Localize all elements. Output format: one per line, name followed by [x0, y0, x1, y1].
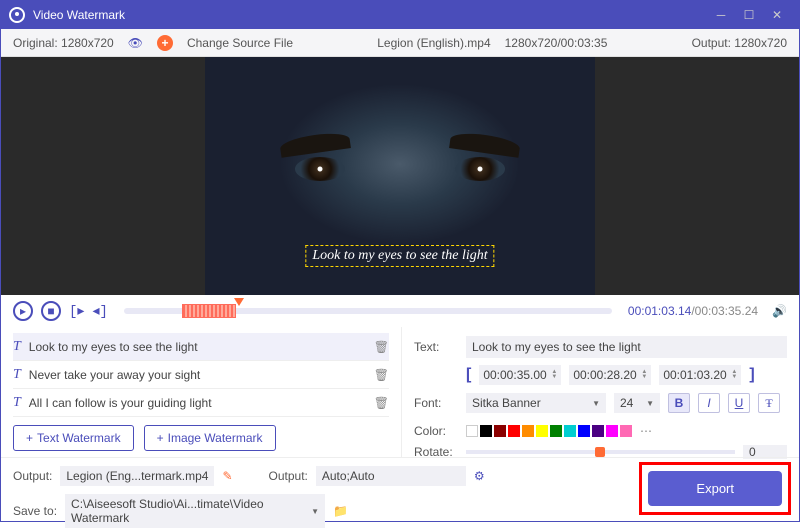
text-icon: T: [13, 339, 21, 355]
timeline-scrubber[interactable]: [124, 308, 612, 314]
time-display: 00:01:03.14/00:03:35.24: [628, 304, 758, 318]
watermark-text: All I can follow is your guiding light: [29, 396, 366, 410]
original-dims: Original: 1280x720: [13, 36, 114, 50]
export-highlight: Export: [639, 462, 791, 515]
add-image-watermark-button[interactable]: +Image Watermark: [144, 425, 276, 451]
saveto-select[interactable]: C:\Aiseesoft Studio\Ai...timate\Video Wa…: [65, 494, 325, 528]
end-time-input[interactable]: 00:01:03.20▲▼: [659, 365, 741, 385]
video-preview[interactable]: Look to my eyes to see the light: [1, 57, 799, 295]
saveto-label: Save to:: [13, 504, 57, 518]
output-file-label: Output:: [13, 469, 52, 483]
text-input[interactable]: [466, 336, 787, 358]
delete-icon[interactable]: 🗑: [374, 368, 389, 382]
settings-gear-icon[interactable]: ⚙: [474, 469, 485, 483]
rotate-slider[interactable]: [466, 450, 735, 454]
info-bar: Original: 1280x720 👁 + Change Source Fil…: [1, 29, 799, 57]
font-size-select[interactable]: 24▼: [614, 393, 660, 413]
app-title: Video Watermark: [33, 8, 707, 22]
video-frame: Look to my eyes to see the light: [205, 57, 595, 295]
source-filename: Legion (English).mp4: [377, 36, 490, 50]
underline-button[interactable]: U: [728, 393, 750, 413]
close-button[interactable]: ✕: [763, 1, 791, 29]
timeline-segment[interactable]: [182, 304, 236, 318]
color-swatch[interactable]: [578, 425, 590, 437]
color-swatch[interactable]: [508, 425, 520, 437]
source-dims-duration: 1280x720/00:03:35: [505, 36, 608, 50]
watermark-item[interactable]: T Never take your away your sight 🗑: [13, 361, 389, 389]
maximize-button[interactable]: ☐: [735, 1, 763, 29]
preview-eye-icon[interactable]: 👁: [128, 36, 143, 50]
output-filename: Legion (Eng...termark.mp4: [60, 466, 214, 486]
color-label: Color:: [414, 424, 458, 438]
watermark-overlay[interactable]: Look to my eyes to see the light: [305, 245, 494, 267]
watermark-list-panel: T Look to my eyes to see the light 🗑 T N…: [1, 327, 401, 457]
bold-button[interactable]: B: [668, 393, 690, 413]
change-source-button[interactable]: Change Source File: [187, 36, 293, 50]
color-swatch[interactable]: [564, 425, 576, 437]
text-label: Text:: [414, 340, 458, 354]
edit-filename-icon[interactable]: ✎: [222, 469, 232, 483]
italic-button[interactable]: I: [698, 393, 720, 413]
duration-input[interactable]: 00:00:28.20▲▼: [569, 365, 651, 385]
watermark-item[interactable]: T Look to my eyes to see the light 🗑: [13, 333, 389, 361]
text-icon: T: [13, 367, 21, 383]
color-swatch[interactable]: [466, 425, 478, 437]
watermark-item[interactable]: T All I can follow is your guiding light…: [13, 389, 389, 417]
add-text-watermark-button[interactable]: +Text Watermark: [13, 425, 134, 451]
bracket-close-icon[interactable]: ]: [749, 366, 754, 384]
color-swatch[interactable]: [550, 425, 562, 437]
start-time-input[interactable]: 00:00:35.00▲▼: [479, 365, 561, 385]
properties-panel: Text: [ 00:00:35.00▲▼ 00:00:28.20▲▼ 00:0…: [401, 327, 799, 457]
color-swatch[interactable]: [620, 425, 632, 437]
watermark-text: Look to my eyes to see the light: [29, 340, 366, 354]
add-source-icon[interactable]: +: [157, 35, 173, 51]
mark-in-button[interactable]: [▸: [69, 303, 84, 320]
playback-controls: ▸ ■ [▸ ◂] 00:01:03.14/00:03:35.24 🔊: [1, 295, 799, 327]
color-swatch[interactable]: [606, 425, 618, 437]
mark-out-button[interactable]: ◂]: [92, 303, 107, 320]
titlebar: Video Watermark ─ ☐ ✕: [1, 1, 799, 29]
more-colors-icon[interactable]: ⋯: [640, 424, 652, 438]
open-folder-icon[interactable]: 📁: [333, 504, 348, 518]
stop-button[interactable]: ■: [41, 301, 61, 321]
app-logo-icon: [9, 7, 25, 23]
font-label: Font:: [414, 396, 458, 410]
color-swatch[interactable]: [494, 425, 506, 437]
text-icon: T: [13, 395, 21, 411]
volume-icon[interactable]: 🔊: [772, 304, 787, 318]
play-button[interactable]: ▸: [13, 301, 33, 321]
color-swatch[interactable]: [522, 425, 534, 437]
color-swatches: [466, 425, 632, 437]
watermark-text: Never take your away your sight: [29, 368, 366, 382]
minimize-button[interactable]: ─: [707, 1, 735, 29]
output-bar: Output: Legion (Eng...termark.mp4 ✎ Outp…: [1, 457, 799, 519]
output-format-label: Output:: [269, 469, 308, 483]
strikethrough-button[interactable]: Ŧ: [758, 393, 780, 413]
color-swatch[interactable]: [536, 425, 548, 437]
color-swatch[interactable]: [480, 425, 492, 437]
export-button[interactable]: Export: [648, 471, 782, 506]
bracket-open-icon[interactable]: [: [466, 366, 471, 384]
font-select[interactable]: Sitka Banner▼: [466, 393, 606, 413]
timeline-playhead-icon[interactable]: [234, 298, 244, 306]
output-format-value: Auto;Auto: [316, 466, 466, 486]
output-dims: Output: 1280x720: [692, 36, 787, 50]
delete-icon[interactable]: 🗑: [374, 396, 389, 410]
delete-icon[interactable]: 🗑: [374, 340, 389, 354]
color-swatch[interactable]: [592, 425, 604, 437]
